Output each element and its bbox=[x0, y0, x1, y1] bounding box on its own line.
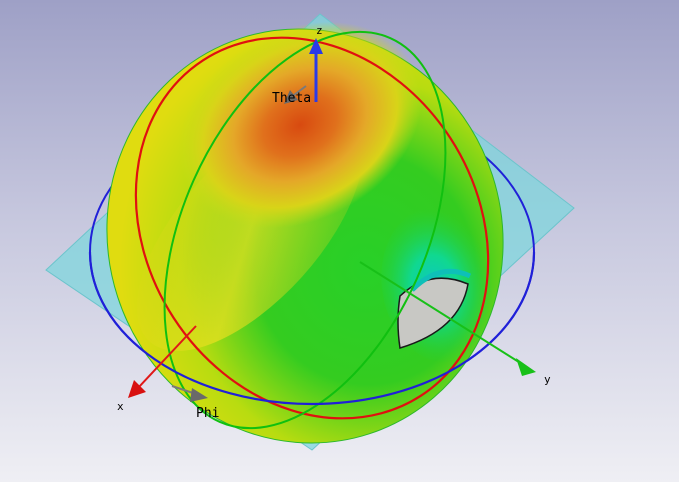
theta-label: Theta bbox=[272, 91, 311, 106]
y-axis-label: y bbox=[544, 373, 551, 386]
radiation-pattern bbox=[106, 21, 504, 444]
phi-label: Phi bbox=[196, 406, 219, 421]
farfield-3d-viewport[interactable]: z y x Theta Phi bbox=[0, 0, 679, 482]
farfield-pattern-scene[interactable]: z y x Theta Phi bbox=[0, 0, 679, 482]
z-axis-label: z bbox=[316, 24, 323, 37]
x-axis-label: x bbox=[117, 400, 124, 413]
